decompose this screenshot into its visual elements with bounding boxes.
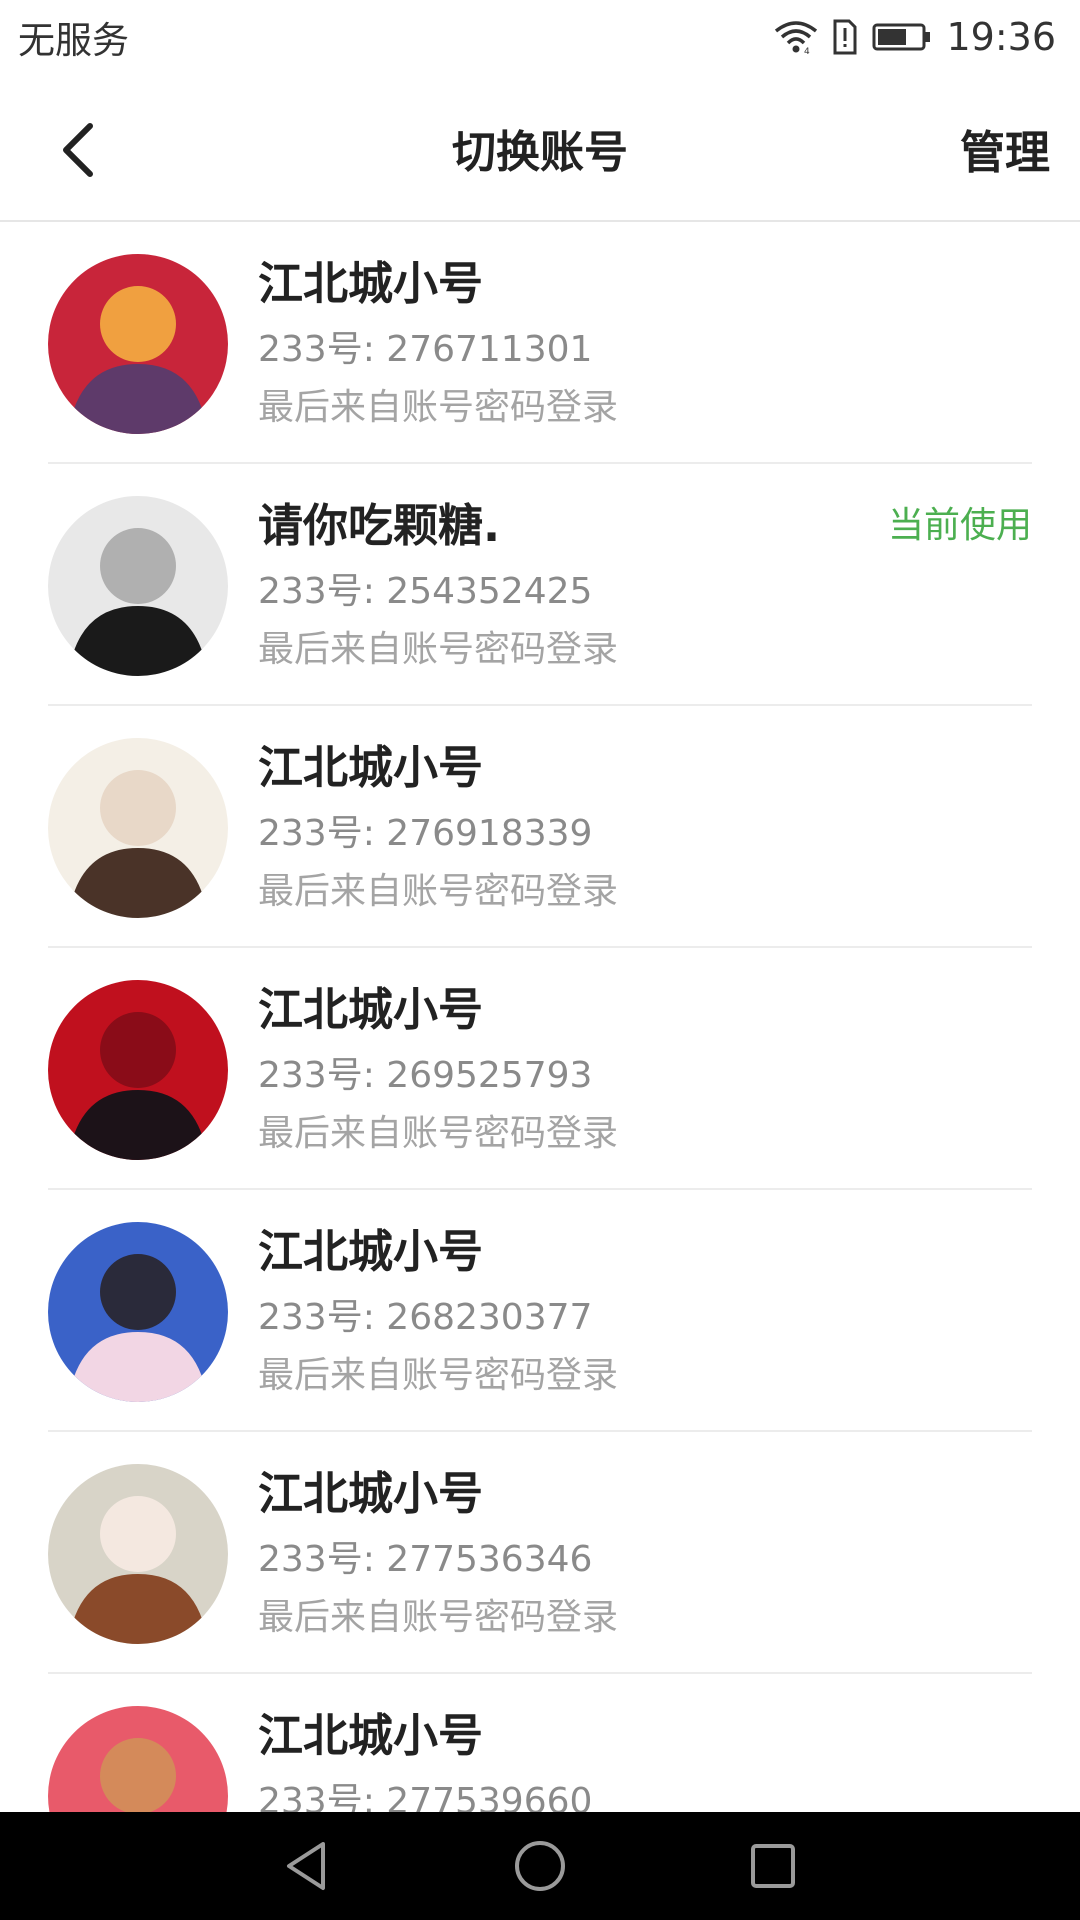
account-login-method: 最后来自账号密码登录 <box>258 871 619 912</box>
battery-icon <box>872 22 932 52</box>
account-row[interactable]: 江北城小号 233号: 277539660 <box>0 1674 1080 1812</box>
avatar-head <box>100 1012 176 1088</box>
current-account-badge: 当前使用 <box>887 505 1032 546</box>
nav-back-button[interactable] <box>262 1821 352 1911</box>
account-id: 233号: 277539660 <box>258 1781 593 1812</box>
account-name: 江北城小号 <box>258 983 484 1036</box>
svg-text:4: 4 <box>804 47 810 55</box>
avatar <box>48 1706 228 1812</box>
status-icons: 4 19:36 <box>774 15 1056 59</box>
account-name: 江北城小号 <box>258 1709 484 1762</box>
account-id: 233号: 254352425 <box>258 571 593 612</box>
avatar <box>48 254 228 434</box>
account-id: 233号: 276918339 <box>258 813 593 854</box>
account-id: 233号: 276711301 <box>258 329 593 370</box>
account-row[interactable]: 江北城小号 233号: 277536346 最后来自账号密码登录 <box>0 1432 1080 1674</box>
account-row[interactable]: 江北城小号 233号: 268230377 最后来自账号密码登录 <box>0 1190 1080 1432</box>
account-name: 请你吃颗糖. <box>258 499 501 552</box>
switch-account-screen: 无服务 4 19:36 切换账号 管理 江北城小号 233号: 27671130… <box>0 0 1080 1920</box>
avatar <box>48 980 228 1160</box>
page-title: 切换账号 <box>452 127 628 178</box>
avatar-image <box>48 254 228 434</box>
avatar-head <box>100 286 176 362</box>
account-row[interactable]: 江北城小号 233号: 269525793 最后来自账号密码登录 <box>0 948 1080 1190</box>
account-login-method: 最后来自账号密码登录 <box>258 629 619 670</box>
account-name: 江北城小号 <box>258 257 484 310</box>
avatar-image <box>48 738 228 918</box>
account-id: 233号: 268230377 <box>258 1297 593 1338</box>
avatar-image <box>48 1706 228 1812</box>
wifi-icon: 4 <box>774 19 818 55</box>
nav-home-button[interactable] <box>495 1821 585 1911</box>
avatar-image <box>48 980 228 1160</box>
account-login-method: 最后来自账号密码登录 <box>258 1113 619 1154</box>
account-name: 江北城小号 <box>258 741 484 794</box>
avatar <box>48 1464 228 1644</box>
account-login-method: 最后来自账号密码登录 <box>258 387 619 428</box>
account-id: 233号: 277536346 <box>258 1539 593 1580</box>
account-list[interactable]: 江北城小号 233号: 276711301 最后来自账号密码登录 请你吃颗糖. … <box>0 222 1080 1812</box>
avatar-head <box>100 1254 176 1330</box>
carrier-label: 无服务 <box>18 19 129 62</box>
nav-home-circle-icon <box>514 1841 565 1891</box>
avatar-image <box>48 1464 228 1644</box>
account-name: 江北城小号 <box>258 1225 484 1278</box>
avatar-head <box>100 1496 176 1572</box>
app-header: 切换账号 管理 <box>0 74 1080 222</box>
account-row[interactable]: 江北城小号 233号: 276918339 最后来自账号密码登录 <box>0 706 1080 948</box>
sim-alert-icon <box>832 18 858 56</box>
manage-button[interactable]: 管理 <box>960 74 1050 222</box>
account-name: 江北城小号 <box>258 1467 484 1520</box>
status-bar: 无服务 4 19:36 <box>0 0 1080 74</box>
nav-back-triangle-icon <box>286 1842 325 1890</box>
avatar-head <box>100 770 176 846</box>
account-login-method: 最后来自账号密码登录 <box>258 1355 619 1396</box>
clock: 19:36 <box>946 15 1056 59</box>
avatar-image <box>48 1222 228 1402</box>
avatar-head <box>100 1738 176 1812</box>
nav-recent-square-icon <box>751 1844 796 1888</box>
system-nav-bar <box>0 1812 1080 1920</box>
avatar <box>48 738 228 918</box>
avatar-image <box>48 496 228 676</box>
avatar <box>48 1222 228 1402</box>
avatar <box>48 496 228 676</box>
avatar-head <box>100 528 176 604</box>
nav-recent-button[interactable] <box>728 1821 818 1911</box>
account-login-method: 最后来自账号密码登录 <box>258 1597 619 1638</box>
account-row[interactable]: 江北城小号 233号: 276711301 最后来自账号密码登录 <box>0 222 1080 464</box>
account-row[interactable]: 请你吃颗糖. 233号: 254352425 最后来自账号密码登录 当前使用 <box>0 464 1080 706</box>
account-id: 233号: 269525793 <box>258 1055 593 1096</box>
